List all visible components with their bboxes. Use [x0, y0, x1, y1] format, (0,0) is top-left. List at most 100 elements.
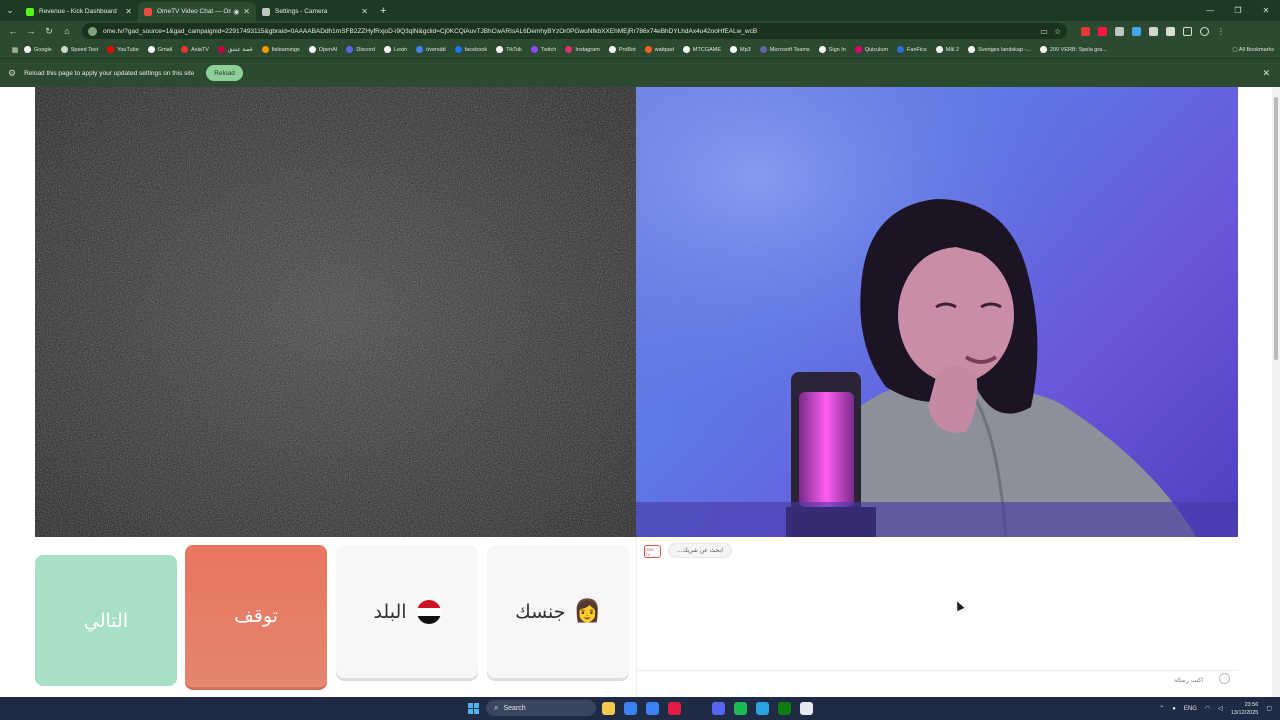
chevron-up-icon[interactable]: ⌃: [1159, 705, 1164, 712]
bookmark-item[interactable]: facebook: [454, 46, 487, 53]
woman-emoji-icon: 👩: [573, 599, 601, 624]
browser-tab[interactable]: OmeTV Video Chat — Ome ◉ ✕: [138, 2, 256, 21]
taskbar-app-icon[interactable]: [712, 702, 725, 715]
gender-button[interactable]: جنسك 👩: [487, 545, 629, 678]
bookmark-favicon-icon: [496, 46, 504, 53]
bookmark-item[interactable]: Discord: [346, 46, 375, 53]
extensions: ⋮: [1081, 26, 1225, 36]
stop-button[interactable]: توقف: [185, 545, 327, 687]
close-infobar-icon[interactable]: ✕: [1262, 68, 1270, 79]
bookmark-label: YouTube: [117, 46, 139, 53]
extension-icon[interactable]: [1132, 26, 1141, 36]
bookmark-item[interactable]: TikTok: [496, 46, 522, 53]
forward-icon[interactable]: →: [22, 26, 40, 36]
settings-infobar: ⚙ Reload this page to apply your updated…: [0, 58, 1280, 87]
mic-icon[interactable]: ●: [1172, 706, 1176, 712]
close-tab-icon[interactable]: ✕: [243, 7, 250, 16]
bookmark-item[interactable]: Lexin: [384, 46, 407, 53]
minimize-icon[interactable]: —: [1196, 6, 1224, 15]
extension-icon[interactable]: [1081, 26, 1090, 36]
bookmark-item[interactable]: Mp3: [730, 46, 751, 53]
clock[interactable]: 23:56 13/12/2025: [1231, 701, 1259, 717]
taskbar-app-icon[interactable]: [668, 702, 681, 715]
scrollbar-thumb[interactable]: [1274, 97, 1278, 360]
bookmark-favicon-icon: [416, 46, 424, 53]
close-tab-icon[interactable]: ✕: [125, 7, 132, 16]
taskbar-app-icon[interactable]: [646, 702, 659, 715]
bookmark-label: Sign In: [828, 46, 846, 53]
audio-playing-icon[interactable]: ◉: [233, 8, 239, 16]
bookmark-label: TikTok: [506, 46, 522, 53]
extension-icon[interactable]: [1115, 26, 1124, 36]
language-indicator[interactable]: ENG: [1184, 706, 1197, 712]
taskbar-app-icon[interactable]: [602, 702, 615, 715]
bookmark-label: Quiculum: [864, 46, 889, 53]
bookmark-favicon-icon: [261, 46, 269, 53]
extension-icon[interactable]: [1098, 26, 1107, 36]
bookmark-item[interactable]: wattpad: [644, 46, 674, 53]
taskbar-app-icon[interactable]: [800, 702, 813, 715]
downloads-icon[interactable]: [1166, 26, 1175, 36]
country-button[interactable]: البلد: [336, 545, 478, 678]
reload-icon[interactable]: ↻: [40, 26, 58, 37]
back-icon[interactable]: ←: [4, 26, 22, 36]
bookmark-item[interactable]: YouTube: [107, 46, 139, 53]
chat-message-input[interactable]: [643, 674, 1203, 686]
taskbar-app-icon[interactable]: [778, 702, 791, 715]
bookmark-item[interactable]: AsiaTV: [181, 46, 209, 53]
bookmark-item[interactable]: översätt: [416, 46, 446, 53]
browser-tab[interactable]: Revenue - Kick Dashboard ✕: [20, 2, 138, 21]
bookmark-item[interactable]: Sign In: [818, 46, 846, 53]
all-bookmarks-button[interactable]: ▢ All Bookmarks: [1232, 47, 1274, 53]
tab-search-icon[interactable]: ⌄: [0, 0, 20, 21]
bookmark-item[interactable]: Speed Test: [60, 46, 98, 53]
bookmark-label: wattpad: [654, 46, 674, 53]
bookmark-item[interactable]: Mål 2: [935, 46, 959, 53]
maximize-icon[interactable]: ❐: [1224, 6, 1252, 15]
windows-start-icon[interactable]: [468, 703, 479, 714]
bookmark-item[interactable]: Quiculum: [854, 46, 889, 53]
bookmark-item[interactable]: Sveriges landskap -...: [968, 46, 1031, 53]
bookmark-item[interactable]: Instagram: [565, 46, 600, 53]
bookmark-favicon-icon: [454, 46, 462, 53]
notifications-icon[interactable]: ▢: [1266, 705, 1272, 712]
taskbar-app-icon[interactable]: [734, 702, 747, 715]
bookmark-star-icon[interactable]: ☆: [1054, 27, 1061, 36]
taskbar-app-icon[interactable]: [756, 702, 769, 715]
more-menu-icon[interactable]: ⋮: [1217, 27, 1225, 36]
bookmark-item[interactable]: Google: [24, 46, 52, 53]
close-tab-icon[interactable]: ✕: [361, 7, 368, 16]
bookmark-item[interactable]: FanFics: [897, 46, 927, 53]
tab-title: Revenue - Kick Dashboard: [39, 8, 117, 15]
side-panel-icon[interactable]: [1183, 26, 1192, 36]
bookmark-item[interactable]: قصة عشق: [217, 46, 253, 53]
cast-icon[interactable]: ▭: [1040, 27, 1048, 36]
bookmark-item[interactable]: 200 VERB: Spela gra...: [1039, 46, 1107, 53]
bookmark-item[interactable]: MTCGAME: [682, 46, 721, 53]
profile-avatar[interactable]: [1200, 26, 1209, 36]
volume-icon[interactable]: ◁: [1218, 705, 1223, 712]
next-button[interactable]: التالي: [35, 555, 177, 686]
home-icon[interactable]: ⌂: [58, 26, 76, 36]
close-window-icon[interactable]: ✕: [1252, 6, 1280, 15]
bookmark-item[interactable]: Itslearnings: [261, 46, 300, 53]
bookmark-item[interactable]: Microsoft Teams: [759, 46, 810, 53]
reload-button[interactable]: Reload: [206, 65, 243, 81]
bookmark-label: Gmail: [157, 46, 173, 53]
bookmark-item[interactable]: ProBot: [608, 46, 636, 53]
page-scrollbar[interactable]: [1272, 87, 1280, 697]
bookmark-item[interactable]: Gmail: [147, 46, 173, 53]
extensions-puzzle-icon[interactable]: [1149, 26, 1158, 36]
taskbar-app-icon[interactable]: [624, 702, 637, 715]
bookmark-item[interactable]: OpenAI: [308, 46, 337, 53]
address-bar[interactable]: ome.tv/?gad_source=1&gad_campaignid=2291…: [82, 23, 1067, 39]
bookmark-item[interactable]: Twitch: [530, 46, 556, 53]
browser-tab[interactable]: Settings - Camera ✕: [256, 2, 374, 21]
taskbar-search[interactable]: ⌕ Search: [486, 700, 596, 716]
new-tab-button[interactable]: +: [380, 5, 386, 17]
apps-grid-icon[interactable]: ▦: [6, 46, 24, 54]
taskbar-app-icon[interactable]: [690, 702, 703, 715]
wifi-icon[interactable]: ◠: [1205, 705, 1210, 712]
emoji-picker-icon[interactable]: [1219, 673, 1230, 684]
site-info-icon[interactable]: [88, 26, 97, 36]
